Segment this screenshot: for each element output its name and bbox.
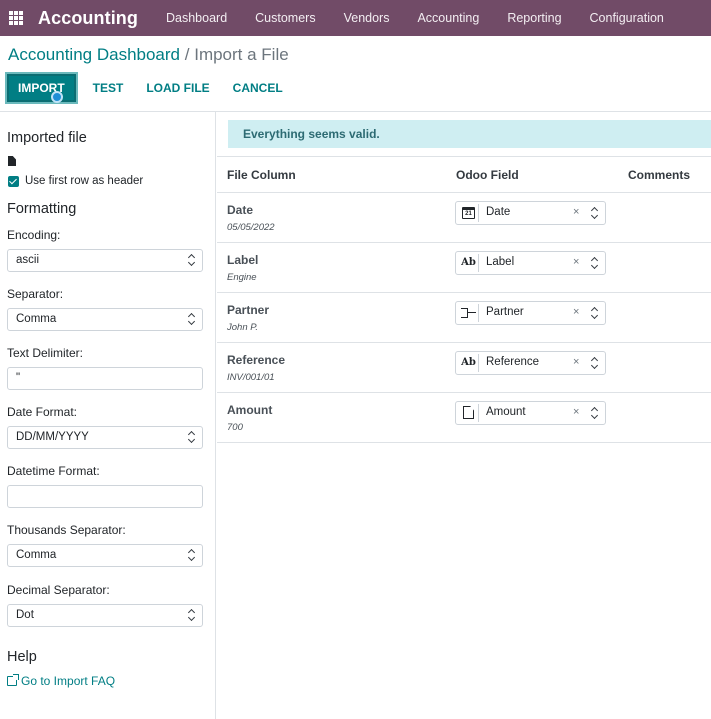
breadcrumb-current: Import a File: [194, 45, 289, 64]
date-format-select[interactable]: DD/MM/YYYY: [7, 426, 203, 449]
encoding-label: Encoding:: [7, 228, 61, 242]
column-sample: 05/05/2022: [227, 222, 275, 233]
select-arrows-icon: [591, 356, 599, 370]
mapping-table-header: File Column Odoo Field Comments: [217, 156, 711, 193]
import-options-sidebar: Imported file Use first row as header Fo…: [0, 112, 216, 719]
odoo-field-header: Odoo Field: [456, 168, 519, 182]
column-sample: John P.: [227, 322, 258, 333]
text-delimiter-input[interactable]: ": [7, 367, 203, 390]
breadcrumb-parent-link[interactable]: Accounting Dashboard: [8, 45, 180, 64]
column-sample: INV/001/01: [227, 372, 275, 383]
separator-label: Separator:: [7, 287, 64, 301]
decimal-separator-value: Dot: [16, 609, 34, 621]
encoding-value: ascii: [16, 254, 40, 266]
select-arrows-icon: [188, 548, 196, 562]
mouse-cursor-indicator: [51, 91, 63, 103]
import-faq-link[interactable]: Go to Import FAQ: [7, 674, 115, 688]
clear-icon[interactable]: ×: [573, 406, 579, 418]
date-format-label: Date Format:: [7, 405, 78, 419]
decimal-separator-select[interactable]: Dot: [7, 604, 203, 627]
use-header-row[interactable]: Use first row as header: [8, 175, 143, 187]
action-bar: IMPORT TEST LOAD FILE CANCEL: [7, 74, 289, 103]
select-arrows-icon: [188, 608, 196, 622]
relation-icon: [459, 304, 479, 322]
decimal-separator-label: Decimal Separator:: [7, 583, 110, 597]
text-icon: Ab: [459, 254, 479, 272]
odoo-field-select[interactable]: Ab Label ×: [455, 251, 606, 275]
imported-file-heading: Imported file: [7, 130, 87, 146]
thousands-separator-value: Comma: [16, 549, 57, 561]
select-arrows-icon: [591, 256, 599, 270]
thousands-separator-label: Thousands Separator:: [7, 523, 126, 537]
thousands-separator-select[interactable]: Comma: [7, 544, 203, 567]
odoo-field-value: Label: [486, 256, 515, 268]
menu-customers[interactable]: Customers: [241, 0, 329, 36]
top-navbar: Accounting Dashboard Customers Vendors A…: [0, 0, 711, 36]
odoo-field-value: Date: [486, 206, 511, 218]
odoo-field-select[interactable]: Ab Reference ×: [455, 351, 606, 375]
table-row: Amount 700 Amount ×: [217, 393, 711, 443]
clear-icon[interactable]: ×: [573, 306, 579, 318]
select-arrows-icon: [188, 430, 196, 444]
formatting-heading: Formatting: [7, 201, 77, 217]
table-row: Date 05/05/2022 21 Date ×: [217, 193, 711, 243]
text-icon: Ab: [459, 354, 479, 372]
column-name: Amount: [227, 403, 273, 417]
clear-icon[interactable]: ×: [573, 356, 579, 368]
separator-select[interactable]: Comma: [7, 308, 203, 331]
odoo-field-select[interactable]: Amount ×: [455, 401, 606, 425]
import-faq-label: Go to Import FAQ: [21, 674, 116, 688]
app-brand[interactable]: Accounting: [38, 8, 138, 29]
menu-accounting[interactable]: Accounting: [403, 0, 493, 36]
menu-reporting[interactable]: Reporting: [493, 0, 575, 36]
menu-dashboard[interactable]: Dashboard: [152, 0, 241, 36]
datetime-format-label: Datetime Format:: [7, 464, 100, 478]
test-button[interactable]: TEST: [87, 81, 130, 95]
separator-value: Comma: [16, 313, 57, 325]
breadcrumb: Accounting Dashboard / Import a File: [8, 45, 289, 65]
calendar-icon: 21: [459, 204, 479, 222]
use-header-label: Use first row as header: [25, 175, 144, 187]
odoo-field-value: Partner: [486, 306, 524, 318]
validation-alert: Everything seems valid.: [228, 120, 711, 148]
file-column-header: File Column: [227, 168, 296, 182]
odoo-field-select[interactable]: 21 Date ×: [455, 201, 606, 225]
document-icon: [459, 404, 479, 422]
select-arrows-icon: [188, 312, 196, 326]
clear-icon[interactable]: ×: [573, 206, 579, 218]
table-row: Reference INV/001/01 Ab Reference ×: [217, 343, 711, 393]
table-row: Partner John P. Partner ×: [217, 293, 711, 343]
date-format-value: DD/MM/YYYY: [16, 431, 89, 443]
column-name: Date: [227, 203, 254, 217]
select-arrows-icon: [188, 253, 196, 267]
external-link-icon: [7, 674, 19, 686]
column-name: Label: [227, 253, 259, 267]
select-arrows-icon: [591, 206, 599, 220]
import-button[interactable]: IMPORT: [7, 74, 76, 103]
menu-configuration[interactable]: Configuration: [576, 0, 678, 36]
load-file-button[interactable]: LOAD FILE: [140, 81, 215, 95]
select-arrows-icon: [591, 406, 599, 420]
breadcrumb-separator: /: [184, 45, 190, 64]
cancel-button[interactable]: CANCEL: [227, 81, 289, 95]
select-arrows-icon: [591, 306, 599, 320]
table-row: Label Engine Ab Label ×: [217, 243, 711, 293]
apps-grid-icon[interactable]: [9, 11, 23, 25]
column-name: Reference: [227, 353, 286, 367]
column-sample: Engine: [227, 272, 257, 283]
use-header-checkbox[interactable]: [8, 175, 19, 187]
help-heading: Help: [7, 649, 37, 665]
odoo-field-select[interactable]: Partner ×: [455, 301, 606, 325]
encoding-select[interactable]: ascii: [7, 249, 203, 272]
comments-header: Comments: [628, 168, 691, 182]
menu-vendors[interactable]: Vendors: [330, 0, 404, 36]
column-sample: 700: [227, 422, 243, 433]
file-icon: [8, 156, 16, 166]
datetime-format-input[interactable]: [7, 485, 203, 508]
text-delimiter-label: Text Delimiter:: [7, 346, 84, 360]
column-name: Partner: [227, 303, 270, 317]
odoo-field-value: Reference: [486, 356, 540, 368]
clear-icon[interactable]: ×: [573, 256, 579, 268]
odoo-field-value: Amount: [486, 406, 526, 418]
